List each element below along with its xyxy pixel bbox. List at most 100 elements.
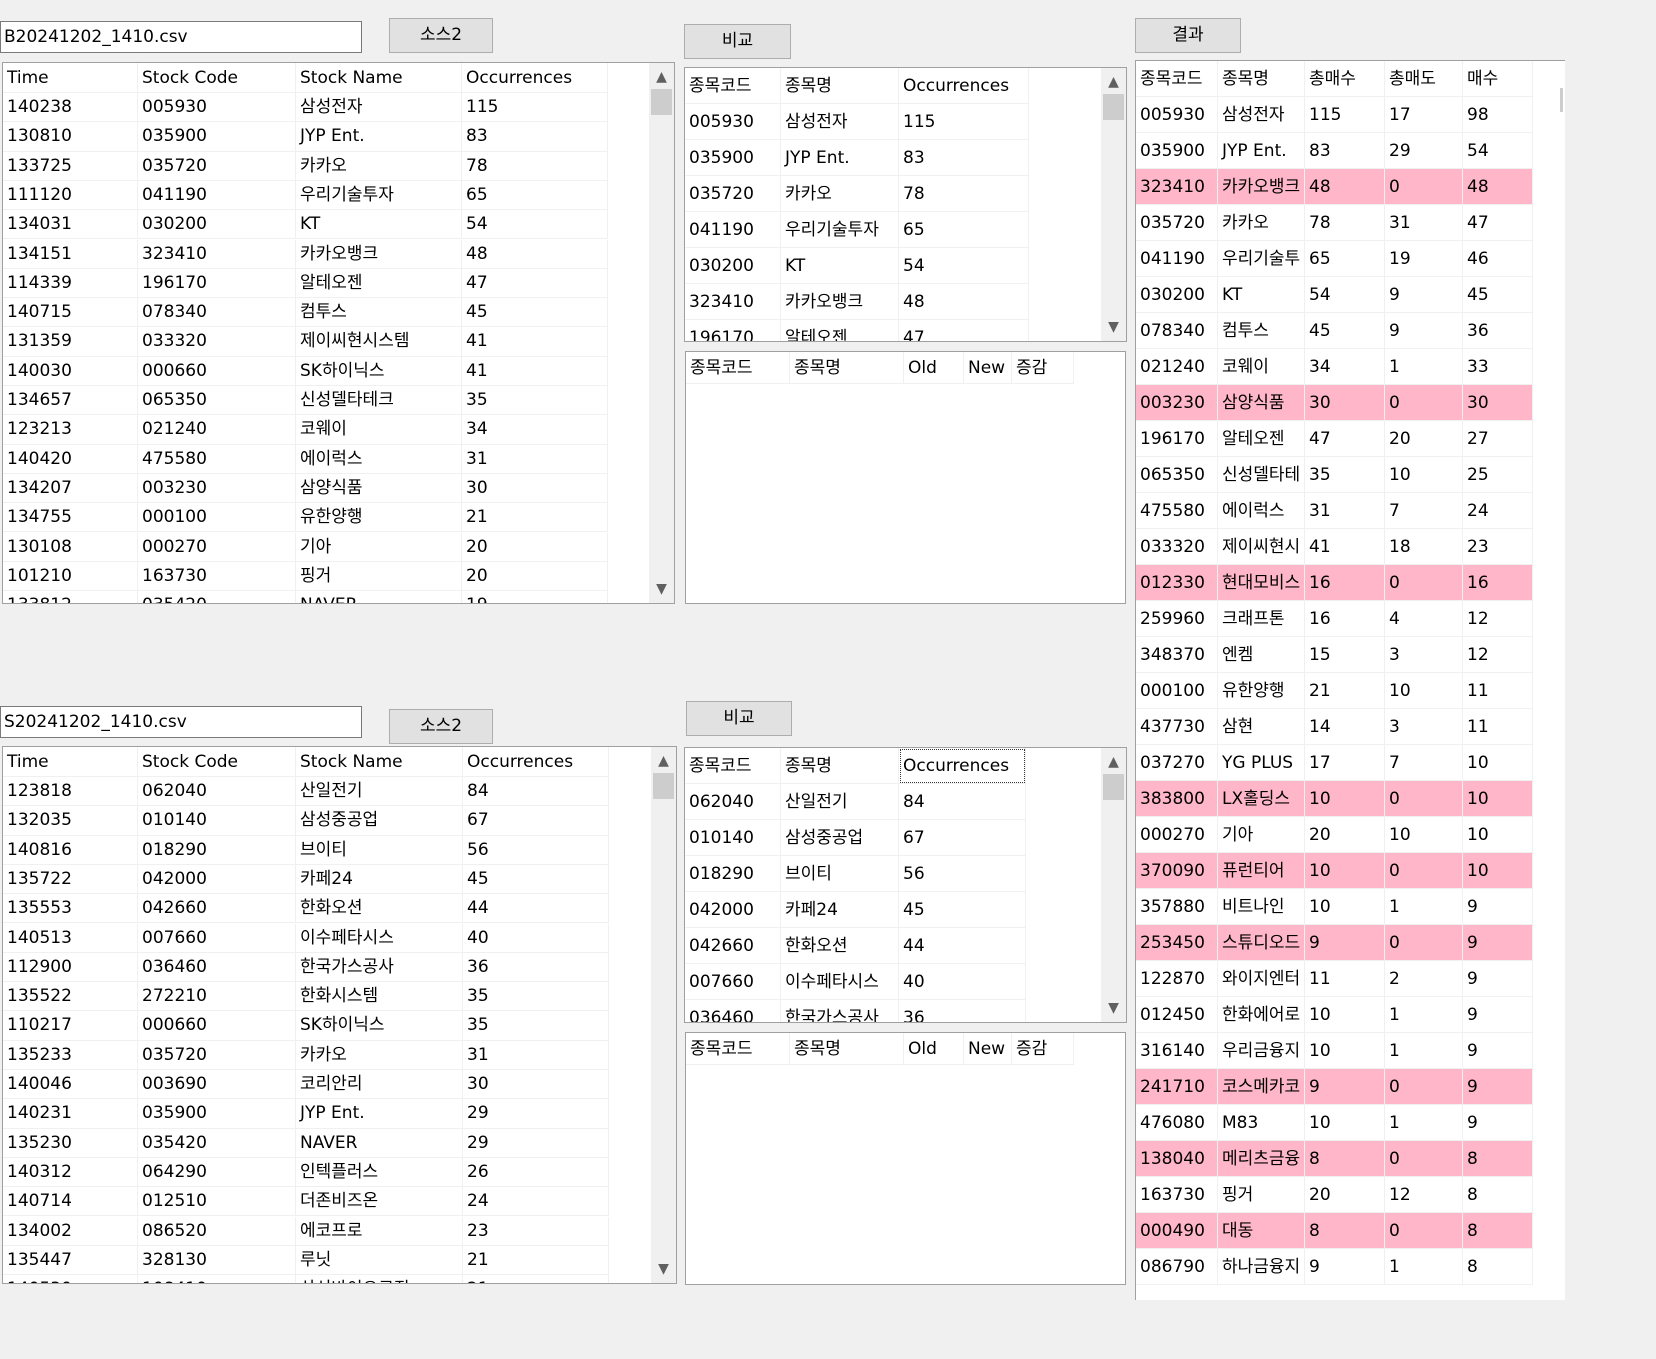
column-header[interactable]: Occurrences (899, 68, 1029, 104)
table-row[interactable]: 134207 003230 삼양식품 30 (3, 473, 608, 504)
column-header[interactable]: Stock Name (296, 747, 463, 777)
table-row[interactable]: 042000 카페24 45 (685, 892, 1026, 928)
table-row[interactable]: 135230 035420 NAVER 29 (3, 1128, 609, 1158)
table-row[interactable]: 134031 030200 KT 54 (3, 210, 608, 240)
table-row[interactable]: 035900 JYP Ent. 83 29 54 (1136, 133, 1533, 169)
table-row[interactable]: 130108 000270 기아 20 (3, 532, 608, 562)
source2-diff-grid[interactable]: 종목코드 종목명 Old New 증감 (685, 1032, 1126, 1285)
scroll-up-icon[interactable]: ▲ (649, 65, 674, 89)
table-row[interactable]: 012450 한화에어로 10 1 9 (1136, 997, 1533, 1033)
column-header[interactable]: 종목명 (790, 1033, 904, 1065)
table-row[interactable]: 437730 삼현 14 3 11 (1136, 709, 1533, 745)
table-row[interactable]: 135722 042000 카페24 45 (3, 864, 609, 895)
table-row[interactable]: 135233 035720 카카오 31 (3, 1040, 609, 1070)
table-row[interactable]: 140238 005930 삼성전자 115 (3, 93, 608, 123)
column-header[interactable]: 매수 (1463, 61, 1533, 97)
result-grid[interactable]: 종목코드 종목명 총매수 총매도 매수 005930 삼성전자 115 17 98 035900 JY… (1135, 60, 1565, 1300)
table-row[interactable]: 037270 YG PLUS 17 7 10 (1136, 745, 1533, 781)
column-header[interactable]: 총매도 (1385, 61, 1463, 97)
table-row[interactable]: 123818 062040 산일전기 84 (3, 777, 609, 807)
table-row[interactable]: 000490 대동 8 0 8 (1136, 1213, 1533, 1249)
column-header[interactable]: 종목명 (781, 748, 899, 784)
table-row[interactable]: 005930 삼성전자 115 17 98 (1136, 97, 1533, 133)
table-row[interactable]: 140715 078340 컴투스 45 (3, 298, 608, 328)
column-header[interactable]: Old (904, 352, 964, 384)
column-header[interactable]: 증감 (1012, 352, 1074, 384)
table-row[interactable]: 041190 우리기술투 65 19 46 (1136, 241, 1533, 277)
vertical-scrollbar[interactable]: ▲ ▼ (651, 747, 676, 1283)
column-header[interactable]: Occurrences (463, 747, 609, 777)
table-row[interactable]: 131359 033320 제이씨현시스템 41 (3, 327, 608, 357)
scroll-down-icon[interactable]: ▼ (649, 577, 674, 601)
table-row[interactable]: 140714 012510 더존비즈온 24 (3, 1187, 609, 1217)
source1-compare-button[interactable]: 비교 (684, 24, 791, 59)
table-row[interactable]: 140530108410삼성바이오로직21 (3, 1275, 609, 1283)
table-row[interactable]: 018290 브이티 56 (685, 856, 1026, 892)
table-row[interactable]: 041190 우리기술투자 65 (685, 212, 1029, 248)
source1-diff-grid[interactable]: 종목코드 종목명 Old New 증감 (685, 351, 1126, 604)
table-row[interactable]: 316140 우리금융지 10 1 9 (1136, 1033, 1533, 1069)
scroll-thumb[interactable] (1103, 94, 1124, 120)
scroll-down-icon[interactable]: ▼ (1101, 996, 1126, 1020)
table-row[interactable]: 133812035420NAVER19 (3, 591, 608, 603)
scroll-thumb[interactable] (651, 89, 672, 115)
table-row[interactable]: 101210 163730 핑거 20 (3, 561, 608, 592)
table-row[interactable]: 140513 007660 이수페타시스 40 (3, 923, 609, 953)
table-row[interactable]: 348370 엔켐 15 3 12 (1136, 637, 1533, 673)
table-row[interactable]: 130810 035900 JYP Ent. 83 (3, 122, 608, 152)
table-row[interactable]: 035720 카카오 78 (685, 176, 1029, 212)
table-row[interactable]: 007660 이수페타시스 40 (685, 964, 1026, 1000)
table-row[interactable]: 323410 카카오뱅크 48 0 48 (1136, 169, 1533, 205)
table-row[interactable]: 357880 비트나인 10 1 9 (1136, 889, 1533, 925)
table-row[interactable]: 132035 010140 삼성중공업 67 (3, 806, 609, 836)
table-row[interactable]: 086790 하나금융지 9 1 8 (1136, 1249, 1533, 1285)
table-row[interactable]: 000270 기아 20 10 10 (1136, 817, 1533, 853)
column-header[interactable]: Stock Code (138, 747, 296, 777)
table-row[interactable]: 383800 LX홀딩스 10 0 10 (1136, 781, 1533, 817)
table-row[interactable]: 033320 제이씨현시 41 18 23 (1136, 529, 1533, 565)
table-row[interactable]: 475580 에이럭스 31 7 24 (1136, 493, 1533, 529)
source2-compare-button[interactable]: 비교 (686, 701, 792, 736)
table-row[interactable]: 078340 컴투스 45 9 36 (1136, 313, 1533, 349)
table-row[interactable]: 123213 021240 코웨이 34 (3, 415, 608, 445)
column-header[interactable]: Occurrences (462, 63, 608, 93)
table-row[interactable]: 111120 041190 우리기술투자 65 (3, 180, 608, 211)
scroll-up-icon[interactable]: ▲ (651, 749, 676, 773)
table-row[interactable]: 112900 036460 한국가스공사 36 (3, 952, 609, 983)
table-row[interactable]: 122870 와이지엔터 11 2 9 (1136, 961, 1533, 997)
table-row[interactable]: 035900 JYP Ent. 83 (685, 140, 1029, 176)
scroll-thumb[interactable] (653, 773, 674, 799)
table-row[interactable]: 138040 메리츠금융 8 0 8 (1136, 1141, 1533, 1177)
column-header[interactable]: 종목코드 (685, 68, 781, 104)
table-row[interactable]: 259960 크래프톤 16 4 12 (1136, 601, 1533, 637)
table-row[interactable]: 010140 삼성중공업 67 (685, 820, 1026, 856)
scroll-down-icon[interactable]: ▼ (1101, 315, 1126, 339)
source1-source2-button[interactable]: 소스2 (389, 18, 493, 53)
source1-data-grid[interactable]: Time Stock Code Stock Name Occurrences 14023… (2, 62, 675, 604)
column-header[interactable]: Time (3, 63, 138, 93)
table-row[interactable]: 134151 323410 카카오뱅크 48 (3, 239, 608, 269)
table-row[interactable]: 000100 유한양행 21 10 11 (1136, 673, 1533, 709)
table-row[interactable]: 253450 스튜디오드 9 0 9 (1136, 925, 1533, 961)
table-row[interactable]: 323410 카카오뱅크 48 (685, 284, 1029, 320)
table-row[interactable]: 012330 현대모비스 16 0 16 (1136, 565, 1533, 601)
column-header[interactable]: 종목코드 (1136, 61, 1218, 97)
table-row[interactable]: 135522 272210 한화시스템 35 (3, 982, 609, 1012)
table-row[interactable]: 065350 신성델타테 35 10 25 (1136, 457, 1533, 493)
table-row[interactable]: 030200 KT 54 9 45 (1136, 277, 1533, 313)
column-header[interactable]: Occurrences (899, 748, 1026, 784)
table-row[interactable]: 163730 핑거 20 12 8 (1136, 1177, 1533, 1213)
column-header[interactable]: New (964, 1033, 1012, 1065)
scroll-down-icon[interactable]: ▼ (651, 1257, 676, 1281)
table-row[interactable]: 133725 035720 카카오 78 (3, 151, 608, 181)
column-header[interactable]: 종목코드 (686, 1033, 790, 1065)
source2-source2-button[interactable]: 소스2 (389, 709, 493, 744)
table-row[interactable]: 476080 M83 10 1 9 (1136, 1105, 1533, 1141)
source1-summary-grid[interactable]: 종목코드 종목명 Occurrences 005930 삼성전자 115 035900 JYP… (684, 67, 1127, 342)
table-row[interactable]: 005930 삼성전자 115 (685, 104, 1029, 140)
table-row[interactable]: 003230 삼양식품 30 0 30 (1136, 385, 1533, 421)
table-row[interactable]: 110217 000660 SK하이닉스 35 (3, 1011, 609, 1041)
table-row[interactable]: 241710 코스메카코 9 0 9 (1136, 1069, 1533, 1105)
table-row[interactable]: 196170 알테오젠 47 (685, 320, 1029, 341)
column-header[interactable]: 종목명 (781, 68, 899, 104)
